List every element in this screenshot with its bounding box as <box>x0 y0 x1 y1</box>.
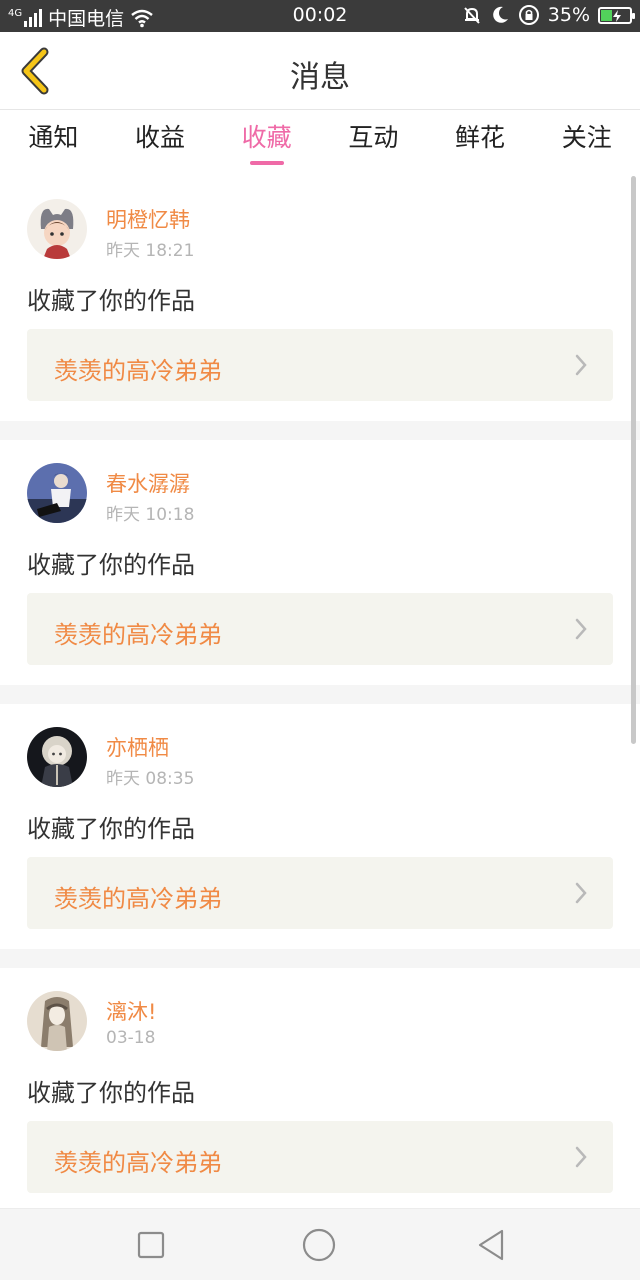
action-text: 收藏了你的作品 <box>27 1079 195 1107</box>
avatar[interactable] <box>27 727 87 787</box>
action-text: 收藏了你的作品 <box>27 287 195 315</box>
divider <box>0 421 640 440</box>
avatar[interactable] <box>27 991 87 1051</box>
mute-bell-icon <box>464 7 480 24</box>
timestamp: 昨天 08:35 <box>106 769 195 789</box>
avatar[interactable] <box>27 199 87 259</box>
timestamp: 03-18 <box>106 1028 156 1048</box>
rotation-lock-icon <box>518 5 539 25</box>
action-text: 收藏了你的作品 <box>27 815 195 843</box>
circle-home-icon[interactable] <box>301 1227 337 1263</box>
moon-icon <box>492 6 508 23</box>
battery-fill <box>601 9 612 21</box>
message-list: 明橙忆韩 昨天 18:21 收藏了你的作品 羡羡的高冷弟弟 春水潺潺 昨天 10… <box>0 176 640 1213</box>
divider <box>0 685 640 704</box>
page-title: 消息 <box>290 60 350 95</box>
list-item: 亦栖栖 昨天 08:35 收藏了你的作品 羡羡的高冷弟弟 <box>0 704 640 949</box>
avatar[interactable] <box>27 463 87 523</box>
battery-percent: 35% <box>547 4 590 26</box>
action-text: 收藏了你的作品 <box>27 551 195 579</box>
list-item: 明橙忆韩 昨天 18:21 收藏了你的作品 羡羡的高冷弟弟 <box>0 176 640 421</box>
list-item: 漓沐! 03-18 收藏了你的作品 羡羡的高冷弟弟 <box>0 968 640 1213</box>
tab-following[interactable]: 关注 <box>533 111 640 169</box>
work-title: 羡羡的高冷弟弟 <box>54 621 222 649</box>
chevron-right-icon <box>575 618 587 640</box>
timestamp: 昨天 10:18 <box>106 505 195 525</box>
square-recents-icon[interactable] <box>133 1227 169 1263</box>
user-name[interactable]: 亦栖栖 <box>106 732 169 762</box>
system-nav-bar <box>0 1208 640 1280</box>
work-link[interactable]: 羡羡的高冷弟弟 <box>27 593 613 665</box>
work-title: 羡羡的高冷弟弟 <box>54 1149 222 1177</box>
work-title: 羡羡的高冷弟弟 <box>54 885 222 913</box>
tab-flowers[interactable]: 鲜花 <box>427 111 534 169</box>
chevron-right-icon <box>575 354 587 376</box>
user-name[interactable]: 春水潺潺 <box>106 468 190 498</box>
triangle-back-icon[interactable] <box>474 1227 510 1263</box>
status-bar: 4G 中国电信 00:02 35% <box>0 0 640 32</box>
tab-bar: 通知 收益 收藏 互动 鲜花 关注 <box>0 111 640 169</box>
app-header: 消息 <box>0 32 640 110</box>
user-name[interactable]: 漓沐! <box>106 996 156 1026</box>
divider <box>0 949 640 968</box>
battery-icon <box>598 6 635 24</box>
tab-interactions[interactable]: 互动 <box>320 111 427 169</box>
user-name[interactable]: 明橙忆韩 <box>106 204 190 234</box>
list-item: 春水潺潺 昨天 10:18 收藏了你的作品 羡羡的高冷弟弟 <box>0 440 640 685</box>
tab-favorites[interactable]: 收藏 <box>213 111 320 169</box>
charging-bolt-icon <box>613 9 621 22</box>
scrollbar[interactable] <box>631 176 636 744</box>
work-link[interactable]: 羡羡的高冷弟弟 <box>27 857 613 929</box>
chevron-right-icon <box>575 1146 587 1168</box>
timestamp: 昨天 18:21 <box>106 241 195 261</box>
work-link[interactable]: 羡羡的高冷弟弟 <box>27 329 613 401</box>
tab-notifications[interactable]: 通知 <box>0 111 107 169</box>
status-right: 35% <box>462 4 635 26</box>
chevron-right-icon <box>575 882 587 904</box>
work-title: 羡羡的高冷弟弟 <box>54 357 222 385</box>
work-link[interactable]: 羡羡的高冷弟弟 <box>27 1121 613 1193</box>
tab-earnings[interactable]: 收益 <box>107 111 214 169</box>
